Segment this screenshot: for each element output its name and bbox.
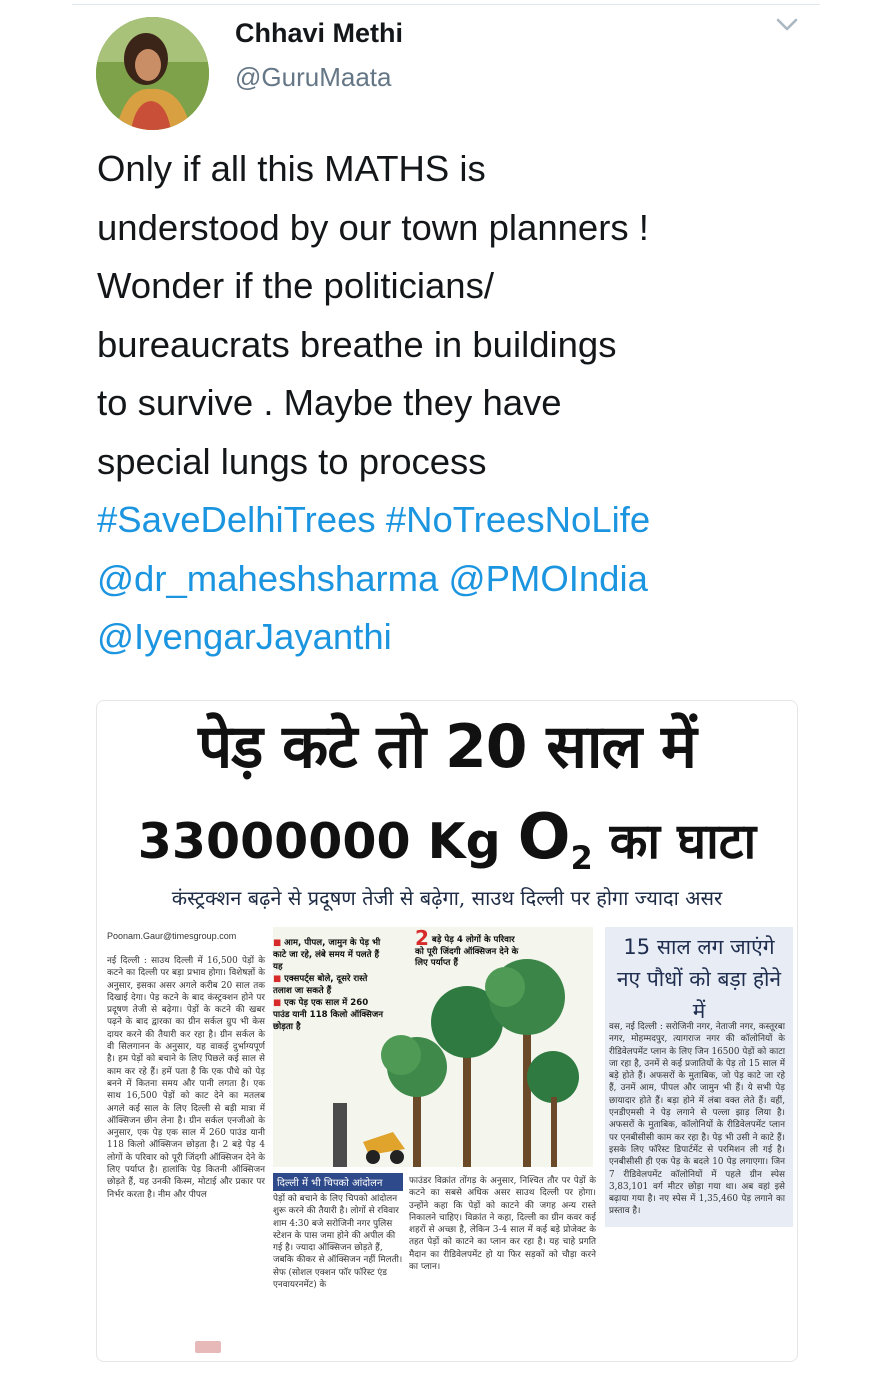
tweet-text: Only if all this MATHS is understood by … — [97, 140, 797, 667]
bullet-item: ■ एक्सपर्ट्स बोले, दूसरे रास्ते तलाश जा … — [273, 974, 368, 996]
hashtag-notreesnolife[interactable]: #NoTreesNoLife — [386, 499, 650, 540]
bullet-item: ■ आम, पीपल, जामुन के पेड़ भी काटे जा रहे… — [273, 938, 381, 972]
box-heading: दिल्ली में भी चिपको आंदोलन — [273, 1173, 403, 1191]
tweet-line: understood by our town planners ! — [97, 206, 649, 248]
headline-main: पेड़ कटे तो 20 साल में — [198, 712, 697, 782]
mention-iyengarjayanthi[interactable]: @IyengarJayanthi — [97, 616, 392, 657]
bullet-item: ■ एक पेड़ एक साल में 260 पाउंड यानी 118 … — [273, 998, 384, 1032]
chevron-down-icon[interactable] — [774, 14, 800, 34]
tweet-line: Wonder if the politicians/ — [97, 265, 494, 306]
tweet-line: to survive . Maybe they have — [97, 382, 562, 423]
highlight-bullets: ■ आम, पीपल, जामुन के पेड़ भी काटे जा रहे… — [273, 937, 385, 1033]
headline-number: 33000000 Kg — [137, 813, 501, 870]
headline-o: O — [517, 800, 571, 873]
mention-line: @IyengarJayanthi — [97, 608, 797, 667]
paper-logo — [195, 1341, 221, 1353]
avatar[interactable] — [96, 17, 209, 130]
box-text: पेड़ों को बचाने के लिए चिपको आंदोलन शुरू… — [273, 1194, 403, 1291]
sidebar-text: वस, नई दिल्ली : सरोजिनी नगर, नेताजी नगर,… — [609, 1022, 785, 1217]
mention-pmoindia[interactable]: @PMOIndia — [449, 558, 648, 599]
user-handle[interactable]: @GuruMaata — [235, 62, 391, 93]
callout: 2 बड़े पेड़ 4 लोगों के परिवार को पूरी जि… — [415, 928, 525, 970]
headline-tail: का घाटा — [609, 813, 757, 870]
sub-headline: कंस्ट्रक्शन बढ़ने से प्रदूषण तेजी से बढ़… — [171, 886, 723, 910]
display-name[interactable]: Chhavi Methi — [235, 18, 403, 49]
article-column-1: नई दिल्ली : साउथ दिल्ली में 16,500 पेड़ो… — [107, 956, 265, 1200]
headline-subscript: 2 — [570, 838, 593, 877]
sidebar-heading: 15 साल लग जाएंगे नए पौधों को बड़ा होने म… — [616, 935, 782, 1023]
article-column-3: फाउंडर विक्रांत तोंगड़ के अनुसार, निश्चि… — [409, 1176, 596, 1273]
byline: Poonam.Gaur@timesgroup.com — [107, 931, 237, 941]
headline-second: 33000000 Kg O2 का घाटा — [97, 799, 797, 896]
top-divider — [72, 4, 820, 5]
tweet-line: Only if all this MATHS is — [97, 148, 486, 189]
mention-dr-maheshsharma[interactable]: @dr_maheshsharma — [97, 558, 438, 599]
profile-photo — [96, 17, 209, 130]
hashtag-line: #SaveDelhiTrees #NoTreesNoLife — [97, 491, 797, 550]
tweet-line: special lungs to process — [97, 440, 487, 482]
newspaper-clipping-image[interactable]: पेड़ कटे तो 20 साल में 33000000 Kg O2 का… — [96, 700, 798, 1362]
hashtag-savedelhitrees[interactable]: #SaveDelhiTrees — [97, 499, 376, 540]
mention-line: @dr_maheshsharma @PMOIndia — [97, 550, 797, 609]
tweet-line: bureaucrats breathe in buildings — [97, 323, 617, 365]
callout-text: बड़े पेड़ 4 लोगों के परिवार को पूरी जिंद… — [415, 935, 519, 968]
